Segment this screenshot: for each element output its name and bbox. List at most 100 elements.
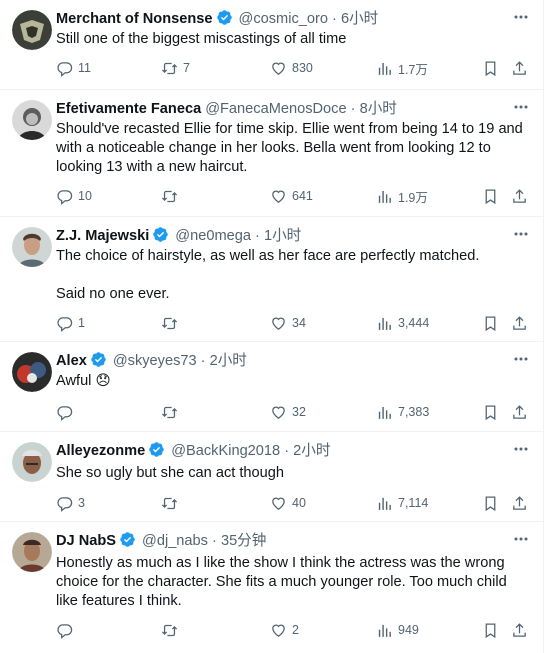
reply-tweet[interactable]: DJ NabS @dj_nabs · 35分钟 Honestly as much … — [0, 522, 543, 653]
like-count: 830 — [292, 61, 313, 75]
avatar[interactable] — [12, 227, 52, 267]
reply-button[interactable]: 10 — [56, 186, 92, 206]
views-button[interactable]: 1.9万 — [376, 186, 428, 206]
bookmark-icon[interactable] — [482, 186, 499, 206]
retweet-button[interactable] — [161, 402, 183, 422]
timestamp[interactable]: 2小时 — [293, 443, 330, 459]
separator-dot: · — [200, 353, 206, 369]
author-handle[interactable]: @ne0mega — [175, 228, 251, 244]
avatar[interactable] — [12, 532, 52, 572]
heart-icon — [270, 495, 287, 512]
retweet-button[interactable] — [161, 186, 183, 206]
author-handle[interactable]: @skyeyes73 — [113, 353, 197, 369]
more-dots-icon[interactable] — [513, 99, 529, 115]
reply-count: 1 — [78, 316, 85, 330]
heart-icon — [270, 315, 287, 332]
verified-badge-icon[interactable] — [119, 531, 136, 548]
views-chart-icon — [376, 495, 393, 512]
author-name[interactable]: Merchant of Nonsense — [56, 11, 213, 27]
tweet-text: Should've recasted Ellie for time skip. … — [56, 121, 527, 175]
tweet-text: She so ugly but she can act though — [56, 465, 284, 481]
avatar[interactable] — [12, 352, 52, 392]
reply-icon — [56, 404, 73, 421]
views-button[interactable]: 7,383 — [376, 402, 429, 422]
share-icon[interactable] — [511, 313, 528, 333]
like-count: 32 — [292, 405, 306, 419]
timestamp[interactable]: 2小时 — [210, 353, 247, 369]
author-name[interactable]: Z.J. Majewski — [56, 228, 149, 244]
views-button[interactable]: 3,444 — [376, 313, 429, 333]
reply-tweet[interactable]: Efetivamente Faneca @FanecaMenosDoce · 8小… — [0, 90, 543, 217]
like-count: 40 — [292, 496, 306, 510]
share-icon[interactable] — [511, 58, 528, 78]
more-dots-icon[interactable] — [513, 226, 529, 242]
like-button[interactable]: 34 — [270, 313, 306, 333]
reply-button[interactable]: 11 — [56, 58, 91, 78]
author-handle[interactable]: @FanecaMenosDoce — [205, 101, 346, 117]
reply-tweet[interactable]: Merchant of Nonsense @cosmic_oro · 6小时 St… — [0, 0, 543, 90]
avatar[interactable] — [12, 442, 52, 482]
timestamp[interactable]: 6小时 — [341, 11, 378, 27]
retweet-button[interactable] — [161, 493, 183, 513]
views-button[interactable]: 7,114 — [376, 493, 428, 513]
verified-badge-icon[interactable] — [152, 226, 169, 243]
verified-badge-icon[interactable] — [148, 441, 165, 458]
avatar[interactable] — [12, 10, 52, 50]
author-handle[interactable]: @dj_nabs — [142, 533, 208, 549]
more-dots-icon[interactable] — [513, 9, 529, 25]
like-button[interactable]: 830 — [270, 58, 313, 78]
retweet-button[interactable] — [161, 313, 183, 333]
reply-tweet[interactable]: Alleyezonme @BackKing2018 · 2小时 She so ug… — [0, 432, 543, 522]
more-dots-icon[interactable] — [513, 531, 529, 547]
avatar[interactable] — [12, 100, 52, 140]
views-button[interactable]: 1.7万 — [376, 58, 428, 78]
reply-tweet[interactable]: Alex @skyeyes73 · 2小时 Awful 😞 32 7,383 — [0, 342, 543, 432]
retweet-button[interactable]: 7 — [161, 58, 190, 78]
reply-button[interactable]: 3 — [56, 493, 85, 513]
reply-button[interactable]: 1 — [56, 313, 85, 333]
tweet-text: Awful 😞 — [56, 372, 527, 391]
heart-icon — [270, 60, 287, 77]
bookmark-icon[interactable] — [482, 402, 499, 422]
views-count: 7,383 — [398, 405, 430, 419]
share-icon[interactable] — [511, 493, 528, 513]
bookmark-icon[interactable] — [482, 493, 499, 513]
separator-dot: · — [350, 101, 356, 117]
timestamp[interactable]: 1小时 — [264, 228, 301, 244]
heart-icon — [270, 404, 287, 421]
reply-tweet[interactable]: Z.J. Majewski @ne0mega · 1小时 The choice o… — [0, 217, 543, 342]
bookmark-icon[interactable] — [482, 58, 499, 78]
like-button[interactable]: 32 — [270, 402, 306, 422]
like-button[interactable]: 40 — [270, 493, 306, 513]
timestamp[interactable]: 35分钟 — [221, 533, 266, 549]
timestamp[interactable]: 8小时 — [360, 101, 397, 117]
retweet-icon — [161, 622, 178, 639]
verified-badge-icon[interactable] — [90, 351, 107, 368]
bookmark-icon[interactable] — [482, 313, 499, 333]
bookmark-icon[interactable] — [482, 620, 499, 640]
reply-button[interactable] — [56, 620, 78, 640]
share-icon[interactable] — [511, 620, 528, 640]
more-dots-icon[interactable] — [513, 351, 529, 367]
author-name[interactable]: Efetivamente Faneca — [56, 101, 201, 117]
author-name[interactable]: Alleyezonme — [56, 443, 145, 459]
views-count: 3,444 — [398, 316, 430, 330]
retweet-button[interactable] — [161, 620, 183, 640]
verified-badge-icon[interactable] — [216, 9, 233, 26]
share-icon[interactable] — [511, 186, 528, 206]
author-name[interactable]: DJ NabS — [56, 533, 116, 549]
separator-dot: · — [332, 11, 337, 27]
share-icon[interactable] — [511, 402, 528, 422]
reply-icon — [56, 495, 73, 512]
reply-button[interactable] — [56, 402, 78, 422]
heart-icon — [270, 188, 287, 205]
views-button[interactable]: 949 — [376, 620, 419, 640]
author-name[interactable]: Alex — [56, 353, 87, 369]
more-dots-icon[interactable] — [513, 441, 529, 457]
retweet-icon — [161, 60, 178, 77]
like-button[interactable]: 2 — [270, 620, 299, 640]
author-handle[interactable]: @BackKing2018 — [171, 443, 280, 459]
author-handle[interactable]: @cosmic_oro — [239, 11, 328, 27]
like-button[interactable]: 641 — [270, 186, 313, 206]
retweet-count: 7 — [183, 61, 190, 75]
